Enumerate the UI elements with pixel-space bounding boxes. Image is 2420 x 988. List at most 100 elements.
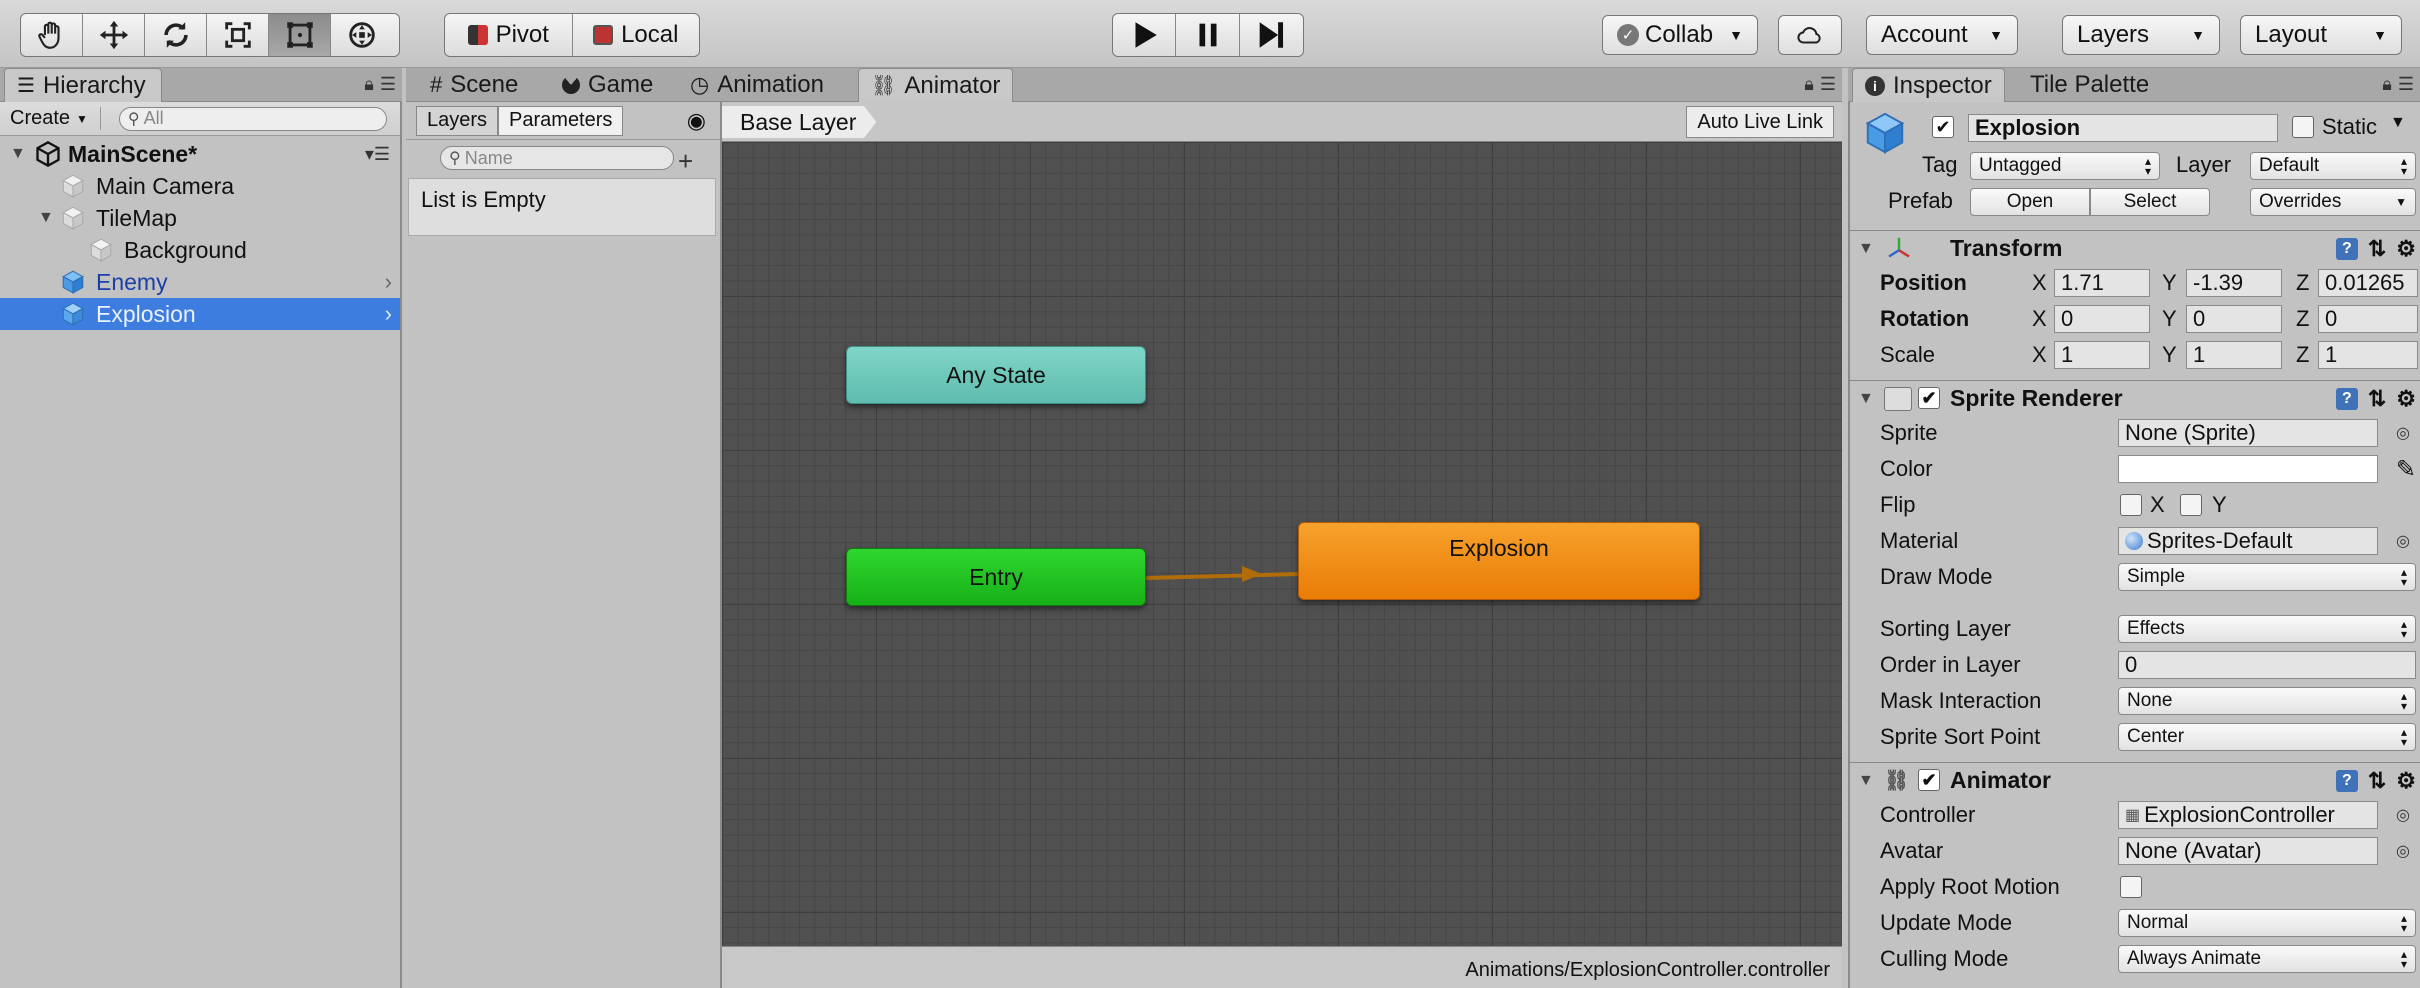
cloud-button[interactable] [1778,15,1842,55]
rotation-z-field[interactable]: 0 [2318,305,2418,333]
list-item[interactable]: ▼ TileMap [0,202,400,234]
sprite-sort-point-dropdown[interactable]: Center ▴ ▾ [2118,723,2416,751]
sprite-field[interactable]: None (Sprite) [2118,419,2378,447]
rotation-y-field[interactable]: 0 [2186,305,2282,333]
layout-dropdown[interactable]: Layout ▼ [2240,15,2402,55]
hierarchy-search-input[interactable]: ⚲ All [118,106,387,131]
flip-y-checkbox[interactable] [2180,494,2202,516]
pivot-button[interactable]: Pivot [445,14,573,56]
sprite-renderer-enabled-checkbox[interactable]: ✔ [1918,387,1940,409]
transform-header[interactable]: ▼ Transform ? ⇅ ⚙ [1850,230,2420,266]
rotation-x-field[interactable]: 0 [2054,305,2150,333]
color-swatch[interactable] [2118,455,2378,483]
list-item[interactable]: Explosion › [0,298,400,330]
layer-dropdown[interactable]: Default ▴ ▾ [2250,152,2416,180]
layers-dropdown[interactable]: Layers ▼ [2062,15,2220,55]
overrides-dropdown[interactable]: Overrides ▼ [2250,188,2416,216]
tab-animator[interactable]: ⛓ Animator [858,68,1014,102]
animator-enabled-checkbox[interactable]: ✔ [1918,769,1940,791]
expand-triangle-icon[interactable]: ▼ [10,145,26,163]
position-y-field[interactable]: -1.39 [2186,269,2282,297]
static-dropdown-icon[interactable]: ▼ [2390,114,2406,132]
chevron-right-icon[interactable]: › [385,269,392,295]
gear-icon[interactable]: ⚙ [2396,768,2416,794]
pause-button[interactable] [1176,14,1240,56]
entry-to-explosion-transition[interactable] [1145,572,1299,580]
animator-graph[interactable]: Any State Entry Explosion [722,142,1842,946]
tab-parameters[interactable]: Parameters [498,105,624,136]
play-button[interactable] [1113,14,1177,56]
lock-icon[interactable]: 🔒︎ [2382,74,2392,95]
lock-icon[interactable]: 🔒︎ [1804,74,1814,95]
object-picker-icon[interactable]: ◎ [2396,531,2410,551]
help-icon[interactable]: ? [2335,237,2358,260]
gear-icon[interactable]: ⚙ [2396,236,2416,262]
draw-mode-dropdown[interactable]: Simple ▴ ▾ [2118,563,2416,591]
explosion-state-node[interactable]: Explosion [1298,522,1700,600]
scale-x-field[interactable]: 1 [2054,341,2150,369]
tab-game[interactable]: Game [550,68,665,102]
eyedropper-icon[interactable]: ✎ [2396,455,2416,484]
local-button[interactable]: Local [573,14,700,56]
expand-triangle-icon[interactable]: ▼ [38,209,54,227]
tab-animation[interactable]: ◷ Animation [678,68,836,102]
static-checkbox[interactable] [2292,116,2314,138]
step-button[interactable] [1240,14,1303,56]
order-in-layer-field[interactable]: 0 [2118,651,2416,679]
tab-scene[interactable]: # Scene [418,68,530,102]
menu-icon[interactable]: ☰ [2398,74,2414,95]
position-z-field[interactable]: 0.01265 [2318,269,2418,297]
object-picker-icon[interactable]: ◎ [2396,423,2410,443]
rotate-tool-button[interactable] [145,14,207,56]
list-item[interactable]: Background [0,234,400,266]
gear-icon[interactable]: ⚙ [2396,386,2416,412]
flip-x-checkbox[interactable] [2120,494,2142,516]
scene-row[interactable]: ▼ MainScene* ▾☰ [0,138,400,170]
collapse-triangle-icon[interactable]: ▼ [1858,240,1874,258]
scale-tool-button[interactable] [207,14,269,56]
update-mode-dropdown[interactable]: Normal ▴ ▾ [2118,909,2416,937]
help-icon[interactable]: ? [2335,387,2358,410]
sorting-layer-dropdown[interactable]: Effects ▴ ▾ [2118,615,2416,643]
collab-dropdown[interactable]: ✓ Collab ▼ [1602,15,1758,55]
apply-root-motion-checkbox[interactable] [2120,876,2142,898]
active-checkbox[interactable]: ✔ [1932,116,1954,138]
collapse-triangle-icon[interactable]: ▼ [1858,772,1874,790]
rect-tool-button[interactable] [269,14,331,56]
list-item[interactable]: Main Camera [0,170,400,202]
mask-interaction-dropdown[interactable]: None ▴ ▾ [2118,687,2416,715]
tab-layers[interactable]: Layers [416,105,499,136]
move-tool-button[interactable] [83,14,145,56]
prefab-open-button[interactable]: Open [1970,188,2090,216]
lock-icon[interactable]: 🔒︎ [364,74,374,95]
tab-inspector[interactable]: i Inspector [1852,68,2005,102]
object-picker-icon[interactable]: ◎ [2396,841,2410,861]
object-name-field[interactable]: Explosion [1968,114,2278,142]
tab-hierarchy[interactable]: ☰ Hierarchy [4,68,162,102]
create-button[interactable]: Create ▼ [10,107,101,130]
menu-icon[interactable]: ☰ [380,74,396,95]
scale-y-field[interactable]: 1 [2186,341,2282,369]
any-state-node[interactable]: Any State [846,346,1146,404]
eye-icon[interactable]: ◉ [687,108,706,134]
scene-menu-icon[interactable]: ▾☰ [365,144,390,165]
culling-mode-dropdown[interactable]: Always Animate ▴ ▾ [2118,945,2416,973]
breadcrumb[interactable]: Base Layer [722,106,877,138]
account-dropdown[interactable]: Account ▼ [1866,15,2018,55]
transform-tool-button[interactable] [331,14,393,56]
material-field[interactable]: Sprites-Default [2118,527,2378,555]
menu-icon[interactable]: ☰ [1820,74,1836,95]
position-x-field[interactable]: 1.71 [2054,269,2150,297]
animator-component-header[interactable]: ▼ ⛓ ✔ Animator ? ⇅ ⚙ [1850,762,2420,798]
chevron-right-icon[interactable]: › [385,301,392,327]
add-parameter-icon[interactable]: + [678,146,693,177]
tab-tile-palette[interactable]: Tile Palette [2018,68,2161,102]
tag-dropdown[interactable]: Untagged ▴ ▾ [1970,152,2160,180]
avatar-field[interactable]: None (Avatar) [2118,837,2378,865]
preset-icon[interactable]: ⇅ [2368,236,2386,262]
parameter-search-input[interactable]: ⚲ Name [440,146,674,170]
hand-tool-button[interactable] [21,14,83,56]
object-picker-icon[interactable]: ◎ [2396,805,2410,825]
sprite-renderer-header[interactable]: ▼ ✔ Sprite Renderer ? ⇅ ⚙ [1850,380,2420,416]
entry-node[interactable]: Entry [846,548,1146,606]
